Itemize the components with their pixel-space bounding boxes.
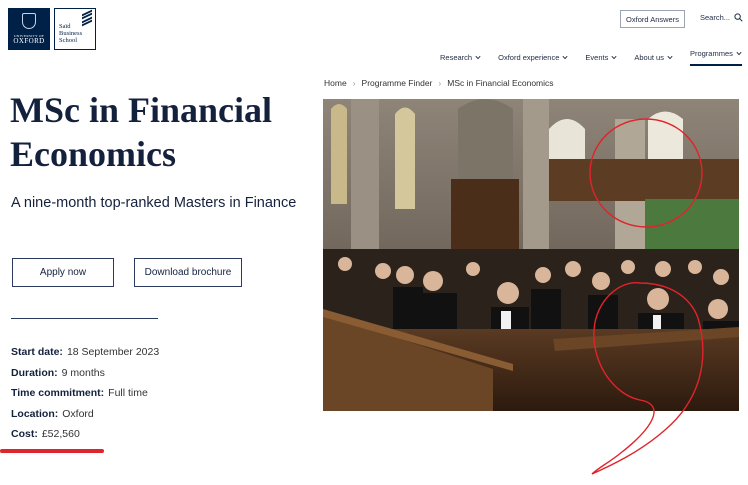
fact-value: Oxford <box>62 407 94 420</box>
chevron-down-icon <box>611 55 617 60</box>
nav-item-oxford-experience[interactable]: Oxford experience <box>498 49 568 66</box>
nav-item-label: Programmes <box>689 49 733 58</box>
said-logo-line1: Saïd <box>59 22 71 30</box>
fact-start-date: Start date: 18 September 2023 <box>11 346 159 367</box>
breadcrumb: Home › Programme Finder › MSc in Financi… <box>324 78 554 88</box>
breadcrumb-current: MSc in Financial Economics <box>447 78 554 88</box>
said-logo-line3: School <box>59 36 78 44</box>
download-brochure-button[interactable]: Download brochure <box>134 258 242 287</box>
nav-item-label: Research <box>440 53 473 62</box>
fact-value: £52,560 <box>41 428 80 440</box>
nav-item-label: Events <box>585 53 609 62</box>
fact-cost: Cost: £52,560 <box>11 428 159 449</box>
fact-label: Start date: <box>11 346 63 358</box>
search-button[interactable]: Search... <box>700 13 743 22</box>
apply-now-button[interactable]: Apply now <box>12 258 114 287</box>
search-icon <box>734 13 743 22</box>
divider <box>11 318 158 319</box>
breadcrumb-separator-icon: › <box>438 78 442 88</box>
nav-item-programmes[interactable]: Programmes <box>689 49 742 66</box>
fact-value: 18 September 2023 <box>66 346 160 358</box>
breadcrumb-programme-finder[interactable]: Programme Finder <box>362 78 433 88</box>
breadcrumb-separator-icon: › <box>352 78 356 88</box>
oxford-logo[interactable]: UNIVERSITY OF OXFORD <box>8 8 50 50</box>
nav-item-events[interactable]: Events <box>585 49 617 66</box>
chapel-scene-image <box>323 99 739 411</box>
search-label: Search... <box>700 13 731 22</box>
crest-icon <box>22 13 36 29</box>
nav-item-research[interactable]: Research <box>440 49 481 66</box>
fact-label: Location: <box>11 407 59 420</box>
said-logo-line2: Business <box>59 29 83 37</box>
hero-photo <box>323 99 739 411</box>
fact-location: Location: Oxford <box>11 408 159 429</box>
fact-time-commitment: Time commitment: Full time <box>11 387 159 408</box>
fact-value: 9 months <box>61 366 105 379</box>
breadcrumb-home[interactable]: Home <box>324 78 347 88</box>
chevron-down-icon <box>475 55 481 60</box>
nav-item-about-us[interactable]: About us <box>634 49 673 66</box>
page-title: MSc in Financial Economics <box>10 90 273 175</box>
chevron-down-icon <box>736 51 742 56</box>
chevron-down-icon <box>562 55 568 60</box>
fact-duration: Duration: 9 months <box>11 367 159 388</box>
said-mark-icon <box>82 9 92 27</box>
page-subtitle: A nine-month top-ranked Masters in Finan… <box>11 195 297 211</box>
nav-item-label: Oxford experience <box>498 53 560 62</box>
said-business-school-logo[interactable]: Saïd Business School <box>54 8 96 50</box>
fact-value: Full time <box>108 387 148 399</box>
nav-item-label: About us <box>634 53 664 62</box>
fact-label: Cost: <box>11 428 38 440</box>
fact-label: Time commitment: <box>11 387 105 399</box>
chevron-down-icon <box>667 55 673 60</box>
annotation-underline <box>0 449 104 453</box>
oxford-logo-line2: OXFORD <box>13 37 45 46</box>
main-nav: Research Oxford experience Events About … <box>440 49 742 66</box>
programme-facts: Start date: 18 September 2023 Duration: … <box>11 346 159 449</box>
fact-label: Duration: <box>11 366 58 379</box>
oxford-answers-button[interactable]: Oxford Answers <box>620 10 685 28</box>
